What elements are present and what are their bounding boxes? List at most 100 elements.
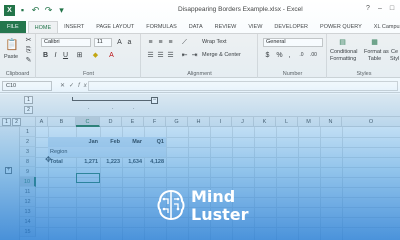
- format-as-table-label-1[interactable]: Format as: [364, 49, 389, 55]
- column-header-i[interactable]: I: [210, 117, 232, 127]
- percent-icon[interactable]: %: [275, 51, 284, 60]
- tab-review[interactable]: REVIEW: [209, 21, 243, 33]
- column-header-e[interactable]: E: [122, 117, 144, 127]
- redo-icon[interactable]: ↷: [43, 5, 54, 16]
- active-cell-c10[interactable]: [76, 173, 100, 183]
- outline-level-2[interactable]: 2: [24, 106, 33, 114]
- cell-b8[interactable]: Total: [50, 157, 76, 167]
- outline-collapse-button[interactable]: −: [151, 97, 158, 104]
- column-header-g[interactable]: G: [166, 117, 188, 127]
- row-header-3[interactable]: 3: [20, 147, 36, 157]
- fill-color-icon[interactable]: ◆: [91, 51, 100, 60]
- row-header-8[interactable]: 8: [20, 157, 36, 167]
- name-box[interactable]: C10: [2, 81, 52, 91]
- cell-d2[interactable]: Feb: [100, 137, 122, 147]
- cell-f8[interactable]: 4,128: [144, 157, 166, 167]
- customize-icon[interactable]: ▾: [56, 5, 67, 16]
- paste-button[interactable]: Paste: [4, 54, 18, 60]
- decrease-indent-icon[interactable]: ⇤: [180, 51, 189, 60]
- format-as-table-icon[interactable]: ▦: [370, 38, 379, 47]
- row-outline-level-1[interactable]: 1: [2, 118, 11, 126]
- tab-developer[interactable]: DEVELOPER: [268, 21, 314, 33]
- formula-input[interactable]: [88, 81, 398, 91]
- copy-icon[interactable]: ⎘: [24, 46, 33, 55]
- row-outline-level-2[interactable]: 2: [12, 118, 21, 126]
- align-top-icon[interactable]: ≡: [146, 38, 155, 47]
- minimize-icon[interactable]: –: [374, 4, 386, 14]
- save-icon[interactable]: ▪: [17, 5, 28, 16]
- cell-b3[interactable]: Region: [50, 147, 76, 157]
- column-header-d[interactable]: D: [100, 117, 122, 127]
- grow-font-icon[interactable]: A: [115, 38, 124, 47]
- outline-expand-button[interactable]: +: [5, 167, 12, 174]
- column-header-l[interactable]: L: [276, 117, 298, 127]
- row-header-11[interactable]: 11: [20, 187, 36, 197]
- tab-formulas[interactable]: FORMULAS: [140, 21, 183, 33]
- column-header-k[interactable]: K: [254, 117, 276, 127]
- cancel-icon[interactable]: ✕: [60, 83, 69, 89]
- column-header-c[interactable]: C: [76, 117, 100, 127]
- font-color-icon[interactable]: A: [107, 51, 116, 60]
- format-as-table-label-2[interactable]: Table: [368, 56, 381, 62]
- cell-styles-label-2[interactable]: Styl: [390, 56, 399, 62]
- tab-insert[interactable]: INSERT: [58, 21, 90, 33]
- cell-e8[interactable]: 1,634: [122, 157, 144, 167]
- cell-d8[interactable]: 1,223: [100, 157, 122, 167]
- row-header-14[interactable]: 14: [20, 217, 36, 227]
- row-header-13[interactable]: 13: [20, 207, 36, 217]
- increase-decimal-icon[interactable]: .0: [297, 51, 306, 60]
- bold-icon[interactable]: B: [41, 51, 50, 60]
- font-name-select[interactable]: Calibri: [41, 38, 91, 47]
- column-header-b[interactable]: B: [48, 117, 76, 127]
- merge-center-button[interactable]: Merge & Center: [202, 52, 241, 58]
- italic-icon[interactable]: I: [51, 51, 60, 60]
- row-header-9[interactable]: 9: [20, 167, 36, 177]
- cell-c2[interactable]: Jan: [76, 137, 100, 147]
- undo-icon[interactable]: ↶: [30, 5, 41, 16]
- cell-e2[interactable]: Mar: [122, 137, 144, 147]
- enter-icon[interactable]: ✓: [69, 83, 78, 89]
- tab-view[interactable]: VIEW: [242, 21, 268, 33]
- tab-file[interactable]: FILE: [0, 21, 26, 33]
- borders-icon[interactable]: ⊞: [75, 51, 84, 60]
- outline-level-1[interactable]: 1: [24, 96, 33, 104]
- cut-icon[interactable]: ✂: [24, 36, 33, 45]
- column-header-m[interactable]: M: [298, 117, 320, 127]
- comma-icon[interactable]: ,: [285, 51, 294, 60]
- font-size-select[interactable]: 11: [94, 38, 112, 47]
- orientation-icon[interactable]: ⟋: [180, 38, 189, 47]
- row-header-10[interactable]: 10: [20, 177, 36, 187]
- conditional-formatting-label-2[interactable]: Formatting: [330, 56, 356, 62]
- paste-icon[interactable]: 📋: [5, 38, 19, 52]
- tab-page-layout[interactable]: PAGE LAYOUT: [90, 21, 140, 33]
- tab-power-query[interactable]: POWER QUERY: [314, 21, 368, 33]
- shrink-font-icon[interactable]: a: [125, 38, 134, 47]
- align-right-icon[interactable]: ☰: [166, 51, 175, 60]
- cell-c8[interactable]: 1,271: [76, 157, 100, 167]
- align-left-icon[interactable]: ☰: [146, 51, 155, 60]
- tab-home[interactable]: HOME: [27, 21, 59, 33]
- row-header-15[interactable]: 15: [20, 227, 36, 237]
- decrease-decimal-icon[interactable]: .00: [309, 51, 318, 60]
- underline-icon[interactable]: U: [61, 51, 70, 60]
- align-middle-icon[interactable]: ≡: [156, 38, 165, 47]
- column-header-n[interactable]: N: [320, 117, 342, 127]
- number-format-select[interactable]: General: [263, 38, 323, 47]
- cell-f2[interactable]: Q1: [144, 137, 166, 147]
- select-all-corner[interactable]: 1 2: [0, 117, 36, 127]
- help-icon[interactable]: ?: [362, 4, 374, 14]
- align-bottom-icon[interactable]: ≡: [166, 38, 175, 47]
- currency-icon[interactable]: $: [263, 51, 272, 60]
- row-header-1[interactable]: 1: [20, 127, 36, 137]
- row-header-2[interactable]: 2: [20, 137, 36, 147]
- conditional-formatting-label-1[interactable]: Conditional: [330, 49, 358, 55]
- align-center-icon[interactable]: ☰: [156, 51, 165, 60]
- row-header-12[interactable]: 12: [20, 197, 36, 207]
- conditional-formatting-icon[interactable]: ▤: [338, 38, 347, 47]
- column-header-j[interactable]: J: [232, 117, 254, 127]
- column-header-f[interactable]: F: [144, 117, 166, 127]
- cell-styles-label-1[interactable]: Ce: [391, 49, 398, 55]
- column-header-h[interactable]: H: [188, 117, 210, 127]
- tab-data[interactable]: DATA: [183, 21, 209, 33]
- tab-xl-campus[interactable]: XL Campus: [368, 21, 400, 33]
